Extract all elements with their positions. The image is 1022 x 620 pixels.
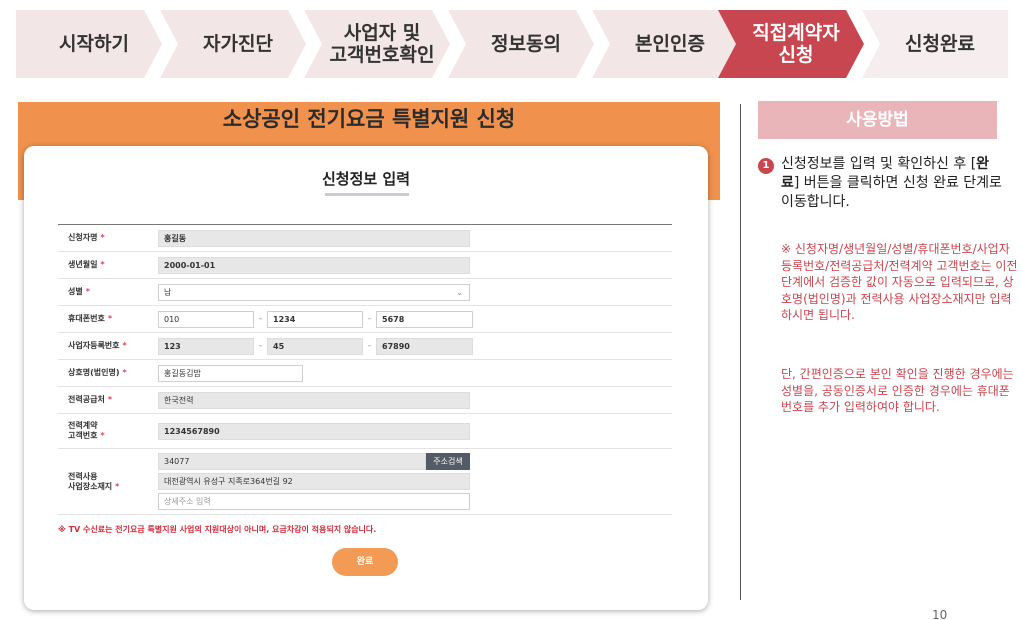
road-address-field: 대전광역시 유성구 지족로364번길 92 xyxy=(158,473,470,490)
detail-address-input[interactable]: 상세주소 입력 xyxy=(158,493,470,510)
guide-step-number: 1 xyxy=(758,158,774,174)
business-no-part2: 45 xyxy=(267,337,363,355)
progress-steps: 시작하기 자가진단 사업자 및 고객번호확인 정보동의 본인인증 직접계약자 신… xyxy=(0,10,1022,78)
chevron-down-icon: ⌄ xyxy=(456,287,463,297)
mobile-part3-input[interactable]: 5678 xyxy=(376,310,473,328)
step-consent: 정보동의 xyxy=(448,10,594,78)
row-company-name: 상호명(법인명) * 홍길동김밥 xyxy=(58,360,672,387)
row-business-no: 사업자등록번호 * 123 - 45 - 67890 xyxy=(58,333,672,360)
company-name-input[interactable]: 홍길동김밥 xyxy=(158,364,303,382)
divider xyxy=(740,104,741,600)
page-title: 소상공인 전기요금 특별지원 신청 xyxy=(222,107,516,131)
tv-fee-notice: ※ TV 수신료는 전기요금 특별지원 사업의 지원대상이 아니며, 요금차감이… xyxy=(58,525,377,534)
power-supplier-field: 한국전력 xyxy=(158,391,470,409)
gender-select[interactable]: 남 ⌄ xyxy=(158,283,470,301)
step-self-check: 자가진단 xyxy=(160,10,306,78)
guide-note-extra-input: 단, 간편인증으로 본인 확인을 진행한 경우에는 성별을, 공동인증서로 인증… xyxy=(781,367,1014,414)
row-applicant-name: 신청자명 * 홍길동 xyxy=(58,225,672,252)
business-no-part3: 67890 xyxy=(376,337,473,355)
row-contract-no: 전력계약 고객번호 * 1234567890 xyxy=(58,414,672,449)
guide-header: 사용방법 xyxy=(758,101,997,139)
step-complete: 신청완료 xyxy=(862,10,1008,78)
row-mobile: 휴대폰번호 * 010 - 1234 - 5678 xyxy=(58,306,672,333)
step-identity: 본인인증 xyxy=(592,10,738,78)
guide-note-auto-fill: ※ 신청자명/생년월일/성별/휴대폰번호/사업자등록번호/전력공급처/전력계약 … xyxy=(781,242,1018,322)
zipcode-field: 34077 xyxy=(158,453,426,470)
mobile-part1-input[interactable]: 010 xyxy=(158,310,254,328)
application-form: 신청자명 * 홍길동 생년월일 * 2000-01-01 성별 * 남 ⌄ 휴대폰번호… xyxy=(58,224,672,515)
form-card: 신청정보 입력 신청자명 * 홍길동 생년월일 * 2000-01-01 성별 * 남… xyxy=(24,146,708,610)
form-title-underline xyxy=(325,193,409,196)
step-direct-contract: 직접계약자 신청 xyxy=(718,10,864,78)
complete-button[interactable]: 완료 xyxy=(332,548,398,576)
form-title: 신청정보 입력 xyxy=(321,170,411,188)
applicant-name-field: 홍길동 xyxy=(158,229,470,247)
mobile-part2-input[interactable]: 1234 xyxy=(267,310,363,328)
row-gender: 성별 * 남 ⌄ xyxy=(58,279,672,306)
page-number: 10 xyxy=(932,608,948,620)
row-power-supplier: 전력공급처 * 한국전력 xyxy=(58,387,672,414)
contract-no-field: 1234567890 xyxy=(158,422,470,440)
step-start: 시작하기 xyxy=(16,10,162,78)
business-no-part1: 123 xyxy=(158,337,254,355)
row-address: 전력사용 사업장소재지 * 34077 주소검색 대전광역시 유성구 지족로364… xyxy=(58,449,672,515)
birthdate-field: 2000-01-01 xyxy=(158,256,470,274)
step-business-check: 사업자 및 고객번호확인 xyxy=(304,10,450,78)
guide-text: 신청정보를 입력 및 확인하신 후 [완료] 버튼을 클릭하면 신청 완료 단계… xyxy=(781,156,1002,210)
address-search-button[interactable]: 주소검색 xyxy=(426,453,470,470)
row-birthdate: 생년월일 * 2000-01-01 xyxy=(58,252,672,279)
